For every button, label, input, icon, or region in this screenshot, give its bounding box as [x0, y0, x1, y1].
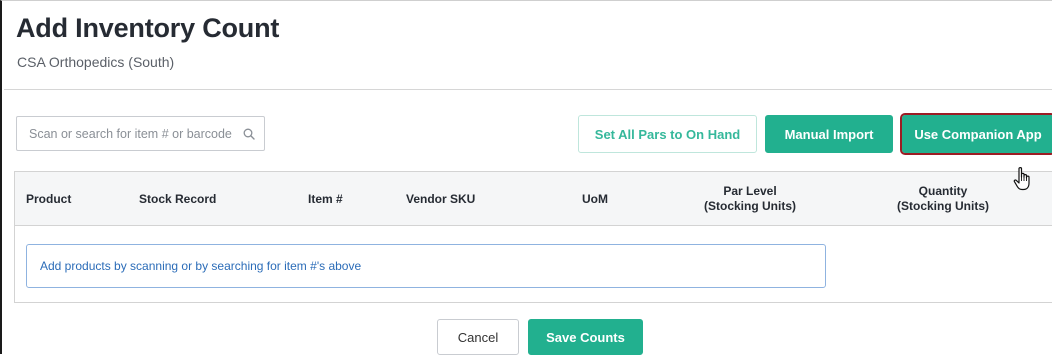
- column-header-item-number[interactable]: Item #: [308, 172, 343, 226]
- search-input[interactable]: [29, 117, 234, 150]
- search-icon[interactable]: [234, 117, 264, 150]
- search-box[interactable]: [16, 116, 265, 151]
- column-header-vendor-sku[interactable]: Vendor SKU: [406, 172, 475, 226]
- header-divider: [4, 89, 1052, 90]
- page-subtitle: CSA Orthopedics (South): [17, 54, 175, 70]
- column-header-par-level[interactable]: Par Level (Stocking Units): [675, 172, 825, 226]
- quantity-label: Quantity: [918, 184, 968, 198]
- table-header: Product Stock Record Item # Vendor SKU U…: [15, 172, 1052, 226]
- page-frame: Add Inventory Count CSA Orthopedics (Sou…: [0, 0, 1052, 355]
- cancel-button[interactable]: Cancel: [437, 319, 519, 355]
- page-title: Add Inventory Count: [16, 13, 280, 43]
- hand-pointer-icon: [1012, 166, 1034, 197]
- quantity-units: (Stocking Units): [897, 199, 989, 213]
- use-companion-app-button[interactable]: Use Companion App: [900, 113, 1052, 155]
- inventory-table: Product Stock Record Item # Vendor SKU U…: [14, 171, 1052, 303]
- empty-table-message: Add products by scanning or by searching…: [26, 244, 826, 288]
- column-header-stock-record[interactable]: Stock Record: [139, 172, 216, 226]
- save-counts-button[interactable]: Save Counts: [528, 319, 643, 355]
- set-all-pars-button[interactable]: Set All Pars to On Hand: [578, 115, 757, 153]
- par-level-units: (Stocking Units): [704, 199, 796, 213]
- par-level-label: Par Level: [723, 184, 777, 198]
- column-header-uom[interactable]: UoM: [582, 172, 608, 226]
- column-header-product[interactable]: Product: [26, 172, 71, 226]
- manual-import-button[interactable]: Manual Import: [765, 115, 893, 153]
- column-header-quantity[interactable]: Quantity (Stocking Units): [868, 172, 1018, 226]
